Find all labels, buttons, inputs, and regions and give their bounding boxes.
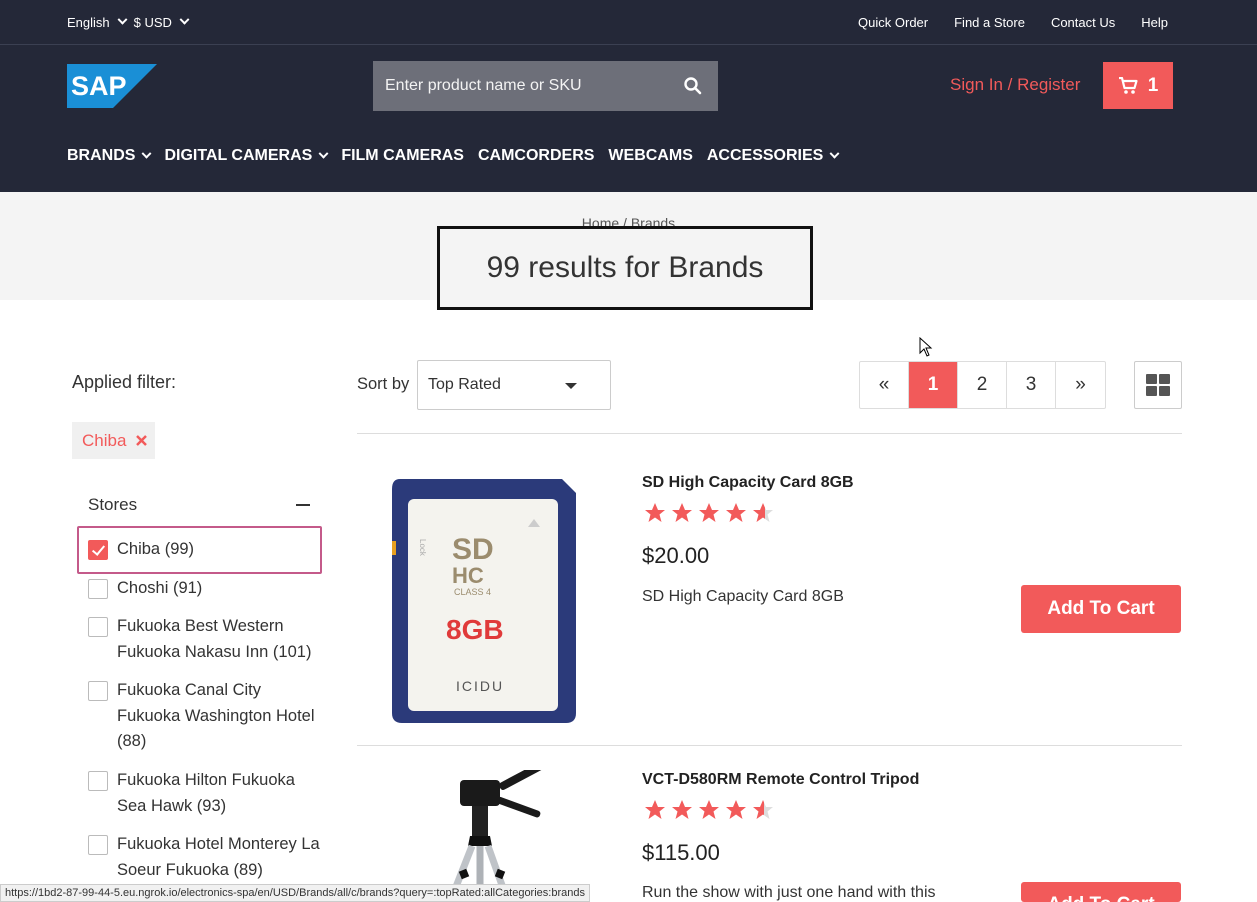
nav-brands[interactable]: BRANDS: [67, 147, 152, 165]
rating-stars: [644, 799, 776, 821]
chevron-down-icon: [829, 148, 840, 159]
pagination-page[interactable]: 1: [909, 362, 958, 408]
star-icon: [645, 800, 665, 819]
currency-selector[interactable]: $ USD: [134, 14, 190, 30]
facet-store-item[interactable]: Fukuoka Hotel Monterey La Soeur Fukuoka …: [88, 832, 328, 883]
cart-count: 1: [1147, 74, 1159, 96]
add-to-cart-button[interactable]: Add To Cart: [1021, 585, 1181, 633]
mouse-cursor-icon: [919, 337, 933, 357]
sd-card-brand-text: ICIDU: [456, 678, 504, 694]
nav-camcorders[interactable]: CAMCORDERS: [478, 147, 594, 165]
product-description: SD High Capacity Card 8GB: [642, 588, 844, 605]
product-image-tripod[interactable]: [420, 770, 560, 902]
nav-digital-cameras[interactable]: DIGITAL CAMERAS: [164, 147, 329, 165]
pagination: « 1 2 3 »: [859, 361, 1106, 409]
add-to-cart-button[interactable]: Add To Cart: [1021, 882, 1181, 902]
star-icon: [699, 503, 719, 522]
chevron-down-icon: [142, 148, 152, 159]
star-half-icon: [753, 503, 773, 522]
star-half-icon: [753, 800, 773, 819]
cart-button[interactable]: 1: [1103, 62, 1173, 109]
help-link[interactable]: Help: [1141, 15, 1168, 30]
stores-facet-heading[interactable]: Stores: [88, 495, 137, 515]
nav-film-cameras[interactable]: FILM CAMERAS: [341, 147, 464, 165]
chevron-down-icon: [318, 148, 329, 159]
quick-order-link[interactable]: Quick Order: [858, 15, 928, 30]
sort-value: Top Rated: [428, 376, 501, 393]
product-price: $20.00: [642, 543, 710, 568]
product-price: $115.00: [642, 840, 720, 865]
chevron-down-icon: [179, 14, 190, 25]
grid-view-button[interactable]: [1134, 361, 1182, 409]
caret-down-icon: [565, 383, 577, 389]
svg-text:Lock: Lock: [418, 539, 427, 557]
pagination-page[interactable]: 2: [958, 362, 1007, 408]
facet-store-item[interactable]: Fukuoka Hilton Fukuoka Sea Hawk (93): [88, 768, 328, 819]
focus-highlight: [77, 526, 322, 574]
language-selector[interactable]: English: [67, 14, 128, 30]
divider: [357, 433, 1182, 434]
checkbox[interactable]: [88, 681, 108, 701]
close-icon[interactable]: [136, 435, 148, 446]
sd-card-capacity-text: 8GB: [446, 614, 504, 645]
product-name[interactable]: VCT-D580RM Remote Control Tripod: [642, 771, 919, 789]
search-box[interactable]: Enter product name or SKU: [373, 61, 718, 111]
divider: [357, 745, 1182, 746]
sap-logo[interactable]: SAP: [67, 64, 157, 108]
product-name[interactable]: SD High Capacity Card 8GB: [642, 474, 854, 492]
search-input[interactable]: Enter product name or SKU: [385, 77, 668, 95]
star-icon: [672, 800, 692, 819]
checkbox[interactable]: [88, 771, 108, 791]
logo-text: SAP: [71, 71, 127, 101]
facet-store-item[interactable]: Fukuoka Best Western Fukuoka Nakasu Inn …: [88, 614, 328, 665]
nav-webcams[interactable]: WEBCAMS: [608, 147, 692, 165]
star-icon: [726, 503, 746, 522]
top-utility-bar: English $ USD Quick Order Find a Store C…: [0, 0, 1257, 45]
nav-accessories[interactable]: ACCESSORIES: [707, 147, 840, 165]
browser-status-url: https://1bd2-87-99-44-5.eu.ngrok.io/elec…: [0, 884, 590, 902]
main-nav: BRANDS DIGITAL CAMERAS FILM CAMERAS CAMC…: [67, 147, 840, 165]
rating-stars: [644, 502, 776, 524]
svg-text:CLASS 4: CLASS 4: [454, 587, 491, 597]
find-store-link[interactable]: Find a Store: [954, 15, 1025, 30]
product-image-sd-card[interactable]: SD HC CLASS 4 8GB ICIDU Lock: [390, 477, 578, 725]
sort-label: Sort by: [357, 375, 410, 393]
pagination-page[interactable]: 3: [1007, 362, 1056, 408]
chevron-down-icon: [117, 14, 128, 25]
svg-text:SD: SD: [452, 533, 494, 566]
sign-in-register-link[interactable]: Sign In / Register: [950, 75, 1080, 95]
facet-store-item[interactable]: Choshi (91): [88, 576, 328, 602]
page-title: 99 results for Brands: [437, 226, 813, 310]
contact-us-link[interactable]: Contact Us: [1051, 15, 1115, 30]
star-icon: [645, 503, 665, 522]
checkbox[interactable]: [88, 579, 108, 599]
svg-text:HC: HC: [452, 563, 484, 588]
pagination-prev[interactable]: «: [860, 362, 909, 408]
product-description: Run the show with just one hand with thi…: [642, 884, 936, 901]
site-header: SAP Enter product name or SKU Sign In / …: [0, 45, 1257, 192]
chip-label: Chiba: [82, 430, 127, 450]
facet-store-item[interactable]: Fukuoka Canal City Fukuoka Washington Ho…: [88, 678, 328, 755]
search-icon[interactable]: [668, 61, 718, 111]
star-icon: [726, 800, 746, 819]
applied-filter-label: Applied filter:: [72, 372, 177, 392]
checkbox[interactable]: [88, 617, 108, 637]
cart-icon: [1118, 76, 1138, 94]
sort-select[interactable]: Top Rated: [417, 360, 611, 410]
star-icon: [699, 800, 719, 819]
grid-icon: [1146, 374, 1170, 396]
checkbox[interactable]: [88, 835, 108, 855]
pagination-next[interactable]: »: [1056, 362, 1105, 408]
collapse-icon[interactable]: [296, 504, 310, 506]
star-icon: [672, 503, 692, 522]
applied-filter-chip[interactable]: Chiba: [72, 422, 155, 459]
